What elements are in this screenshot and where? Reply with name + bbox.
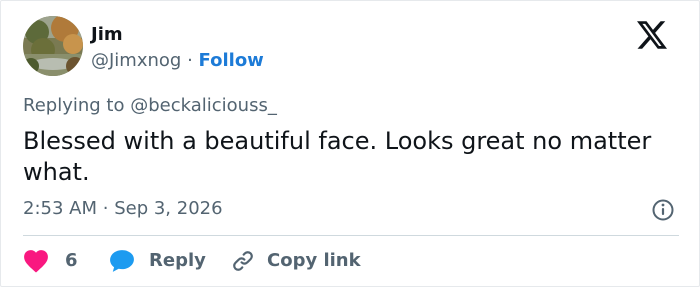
action-bar: 6 Reply Copy link [23, 246, 361, 276]
tweet-date: Sep 3, 2026 [114, 198, 223, 219]
copy-link-label: Copy link [267, 250, 361, 271]
tweet-timestamp[interactable]: 2:53 AM · Sep 3, 2026 [23, 197, 223, 221]
x-logo-icon[interactable] [637, 21, 667, 49]
reply-prefix: Replying to [23, 95, 125, 116]
handle-separator: · [187, 50, 193, 71]
reply-button[interactable]: Reply [109, 249, 231, 273]
like-button[interactable]: 6 [23, 249, 109, 273]
heart-icon [24, 250, 48, 273]
reply-label: Reply [149, 250, 206, 271]
author-handle[interactable]: @Jimxnog [91, 50, 181, 71]
reply-context: Replying to @beckaliciouss_ [23, 94, 277, 118]
follow-button[interactable]: Follow [199, 50, 264, 71]
avatar-image [23, 16, 83, 76]
author-handle-row: @Jimxnog · Follow [91, 49, 264, 73]
divider [23, 235, 679, 236]
timestamp-separator: · [102, 198, 109, 219]
embedded-tweet-card: Jim @Jimxnog · Follow Replying to @becka… [0, 0, 700, 287]
avatar[interactable] [23, 16, 83, 76]
tweet-time: 2:53 AM [23, 198, 97, 219]
reply-mention[interactable]: @beckaliciouss_ [130, 95, 277, 116]
author-name[interactable]: Jim [91, 23, 123, 47]
like-count: 6 [65, 250, 78, 271]
tweet-text: Blessed with a beautiful face. Looks gre… [23, 127, 652, 186]
speech-bubble-icon [110, 250, 134, 272]
info-icon[interactable] [651, 198, 675, 222]
link-icon [233, 251, 253, 271]
copy-link-button[interactable]: Copy link [231, 249, 361, 273]
